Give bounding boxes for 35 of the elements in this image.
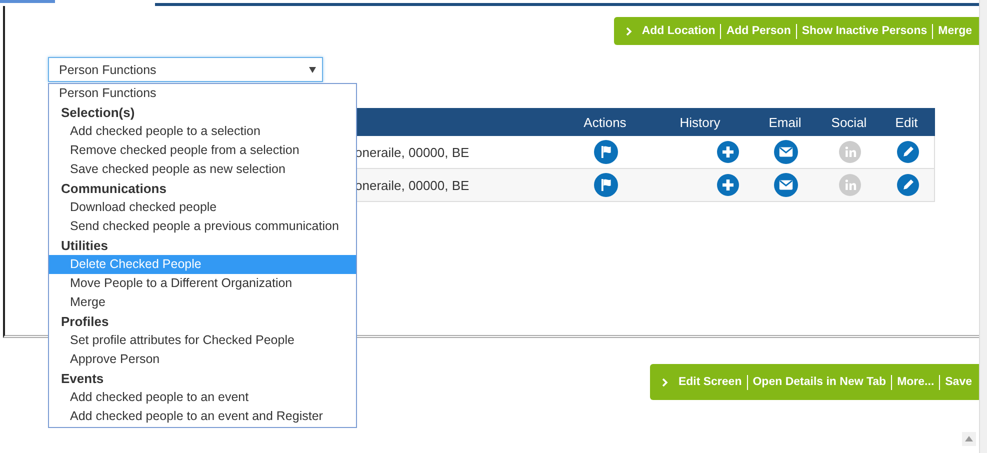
dropdown-arrow-icon (309, 66, 316, 72)
flag-icon[interactable] (594, 140, 618, 164)
menu-option[interactable]: Person Functions (49, 84, 356, 103)
chevron-icon (662, 378, 668, 386)
menu-option[interactable]: Set profile attributes for Checked People (49, 331, 356, 350)
column-header: History (680, 114, 720, 130)
column-header: Social (831, 114, 867, 130)
menu-group-label: Events (60, 370, 105, 388)
menu-group-label: Profiles (60, 313, 110, 331)
menu-option[interactable]: Merge (49, 293, 356, 312)
column-header: Edit (895, 114, 918, 130)
person-functions-select[interactable]: Person Functions (48, 57, 323, 82)
menu-group-label: Communications (60, 180, 168, 198)
scrollbar[interactable] (979, 0, 987, 453)
envelope-icon[interactable] (774, 140, 798, 164)
column-header: Actions (584, 114, 626, 130)
menu-option[interactable]: Move People to a Different Organization (49, 274, 356, 293)
chevron-icon (626, 26, 632, 36)
menu-option[interactable]: Download checked people (49, 198, 356, 217)
menu-option[interactable]: Approve Person (49, 350, 356, 369)
column-header: Email (768, 114, 802, 130)
menu-option[interactable]: Save checked people as new selection (49, 160, 356, 179)
plus-icon[interactable] (717, 174, 739, 196)
menu-option[interactable]: Add checked people to an event and Register (49, 407, 356, 426)
pencil-icon[interactable] (896, 141, 918, 163)
menu-group-label: Selection(s) (60, 104, 136, 122)
menu-option[interactable]: Remove checked people from a selection (49, 141, 356, 160)
menu-option[interactable]: Add checked people to a selection (49, 122, 356, 141)
menu-option[interactable]: Add checked people to an event (49, 388, 356, 407)
menu-group-label: Utilities (60, 237, 109, 255)
flag-icon[interactable] (594, 173, 618, 197)
pencil-icon[interactable] (896, 174, 918, 196)
envelope-icon[interactable] (774, 173, 798, 197)
menu-option[interactable]: Send checked people a previous communication (49, 217, 356, 236)
plus-icon[interactable] (717, 141, 739, 163)
